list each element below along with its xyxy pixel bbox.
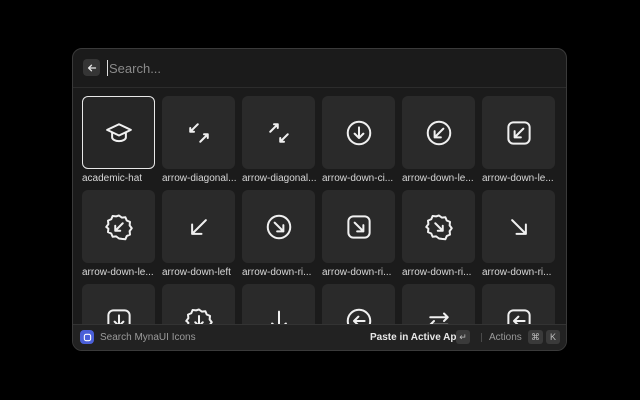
icon-tile[interactable] [162,190,235,263]
icon-cell[interactable]: arrow-down-left [162,190,237,280]
icon-label: arrow-down-ri... [402,267,472,278]
icon-label: arrow-down-le... [82,267,154,278]
icon-cell[interactable]: arrow-diagonal... [242,96,317,186]
icon-cell[interactable]: arrow-down-le... [482,96,557,186]
action-bar: Search MynaUI Icons Paste in Active App … [73,324,566,350]
icon-label: arrow-down-ri... [482,267,552,278]
icon-tile[interactable] [482,190,555,263]
icon-label: arrow-diagonal... [242,173,317,184]
icon-cell[interactable]: academic-hat [82,96,157,186]
enter-key-hint: ↵ [456,330,470,344]
arrow-left-right-icon [428,312,449,325]
icon-tile[interactable] [242,190,315,263]
academic-hat-icon [105,122,132,142]
icon-label: arrow-down-le... [482,173,554,184]
k-key-hint: K [546,330,560,344]
icon-tile[interactable] [482,284,555,325]
actions-button[interactable]: Actions [489,332,522,343]
arrow-down-right-icon [510,218,527,235]
search-input[interactable] [107,58,409,78]
icon-cell[interactable] [402,284,477,325]
icon-tile[interactable] [242,284,315,325]
icon-tile[interactable] [322,190,395,263]
icon-label: arrow-diagonal... [162,173,237,184]
arrow-down-right-circle-icon [266,214,291,239]
icon-tile[interactable] [322,284,395,325]
arrow-left-icon [87,64,96,71]
cmd-key-hint: ⌘ [528,330,543,344]
icon-tile[interactable] [402,190,475,263]
icon-label: arrow-down-left [162,267,231,278]
icon-cell[interactable]: arrow-down-ri... [402,190,477,280]
arrow-down-circle-icon [346,120,371,145]
icon-cell[interactable] [322,284,397,325]
icon-tile[interactable] [162,96,235,169]
arrow-down-right-badge-icon [424,214,453,240]
app-logo-icon [80,330,94,344]
arrow-diagonal-out-icon [268,122,289,143]
arrow-down-icon [270,310,287,325]
icon-tile[interactable] [162,284,235,325]
divider [481,333,482,342]
back-button[interactable] [83,59,100,76]
icon-cell[interactable]: arrow-down-ri... [322,190,397,280]
icon-cell[interactable]: arrow-down-ri... [482,190,557,280]
icon-tile[interactable] [322,96,395,169]
icon-label: arrow-down-ri... [242,267,312,278]
icon-cell[interactable] [242,284,317,325]
icon-grid: academic-hat arrow-diagonal... arrow-dia… [82,96,566,325]
icon-label: arrow-down-ci... [322,173,394,184]
icon-label: academic-hat [82,173,143,184]
icon-cell[interactable] [162,284,237,325]
icon-tile[interactable] [82,190,155,263]
icon-tile[interactable] [82,96,155,169]
icon-label: arrow-down-ri... [322,267,392,278]
icon-tile[interactable] [482,96,555,169]
extension-title: Search MynaUI Icons [100,332,196,343]
icon-cell[interactable]: arrow-down-le... [82,190,157,280]
icon-cell[interactable]: arrow-down-ci... [322,96,397,186]
arrow-down-left-square-icon [506,120,531,145]
icon-tile[interactable] [402,284,475,325]
launcher-window: academic-hat arrow-diagonal... arrow-dia… [72,48,567,351]
icon-tile[interactable] [242,96,315,169]
arrow-left-circle-icon [346,308,371,325]
icon-cell[interactable]: arrow-down-le... [402,96,477,186]
icon-cell[interactable] [482,284,557,325]
arrow-diagonal-in-icon [188,122,209,143]
icon-label: arrow-down-le... [402,173,474,184]
arrow-down-badge-icon [184,308,213,325]
paste-in-active-app-button[interactable]: Paste in Active App [370,332,463,343]
icon-cell[interactable]: arrow-down-ri... [242,190,317,280]
icon-cell[interactable] [82,284,157,325]
icon-tile[interactable] [82,284,155,325]
search-bar [73,49,566,88]
arrow-down-left-badge-icon [104,214,133,240]
arrow-down-right-square-icon [346,214,371,239]
arrow-down-left-circle-icon [426,120,451,145]
arrow-left-square-icon [506,308,531,325]
icon-tile[interactable] [402,96,475,169]
arrow-down-left-icon [190,218,207,235]
arrow-down-square-icon [106,308,131,325]
icon-cell[interactable]: arrow-diagonal... [162,96,237,186]
